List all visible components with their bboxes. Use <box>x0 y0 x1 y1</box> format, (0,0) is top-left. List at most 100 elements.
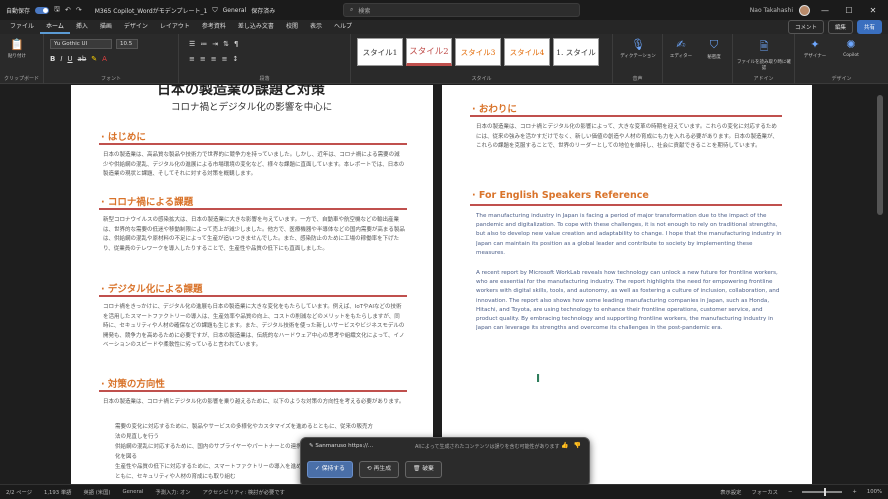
menu-file[interactable]: ファイル <box>4 20 40 34</box>
designer-icon: ✦ <box>810 38 820 51</box>
thumbs-down-icon[interactable]: 👎 <box>574 442 581 449</box>
close-icon[interactable]: ✕ <box>864 6 882 15</box>
font-size-select[interactable]: 10.5 <box>116 39 138 49</box>
menu-home[interactable]: ホーム <box>40 20 70 34</box>
style-3[interactable]: スタイル3 <box>455 38 501 66</box>
font-color-icon[interactable]: A <box>102 55 107 63</box>
autosave-toggle[interactable] <box>35 6 50 14</box>
redo-icon[interactable]: ↷ <box>76 6 82 14</box>
align-right-icon[interactable]: ≡ <box>211 55 217 63</box>
zoom-out-icon[interactable]: − <box>788 489 792 495</box>
copilot-popup: ✎ Sanmaruso https://... AIによって生成されたコンテンツ… <box>300 437 590 487</box>
underline-icon[interactable]: U <box>67 55 72 63</box>
style-numbered[interactable]: 1. スタイル <box>553 38 599 66</box>
regenerate-button[interactable]: ⟲ 再生成 <box>358 461 400 478</box>
align-center-icon[interactable]: ≡ <box>200 55 206 63</box>
bold-icon[interactable]: B <box>50 55 55 63</box>
search-box[interactable]: ⌕ 検索 <box>343 3 580 17</box>
bullets-icon[interactable]: ☰ <box>189 40 195 48</box>
heading-underline <box>470 115 782 117</box>
heading-underline <box>470 204 782 206</box>
save-icon[interactable]: 🖫 <box>54 5 60 16</box>
menu-bar: ファイル ホーム 挿入 描画 デザイン レイアウト 参考資料 差し込み文書 校閲… <box>0 20 888 34</box>
thumbs-up-icon[interactable]: 👍 <box>561 442 568 449</box>
designer-group: ✦ デザイナー ✺ Copilot デザイン <box>795 34 888 84</box>
sensitivity-label[interactable]: General <box>223 7 247 14</box>
sensitivity-status[interactable]: General <box>122 489 143 495</box>
menu-mailings[interactable]: 差し込み文書 <box>232 20 280 34</box>
zoom-in-icon[interactable]: + <box>852 489 856 495</box>
paste-button[interactable]: 📋 貼り付け <box>6 38 28 59</box>
menu-review[interactable]: 校閲 <box>280 20 304 34</box>
highlight-icon[interactable]: ✎ <box>91 55 97 63</box>
line-spacing-icon[interactable]: ↕ <box>233 55 239 63</box>
strikethrough-icon[interactable]: ab <box>78 55 87 63</box>
editor-group: ✍ エディター ⛉ 秘密度 <box>663 34 733 84</box>
zoom-level[interactable]: 100% <box>867 489 882 495</box>
numbering-icon[interactable]: ≔ <box>200 40 207 48</box>
menu-view[interactable]: 表示 <box>304 20 328 34</box>
add-ins-label: アドイン <box>753 76 774 82</box>
section-heading-conclusion: · おわりに <box>472 104 517 115</box>
copilot-actions: ✓ 保持する ⟲ 再生成 🗑 破棄 <box>307 461 442 478</box>
section-heading-measures: · 対策の方向性 <box>101 379 165 390</box>
minimize-icon[interactable]: — <box>816 6 834 15</box>
search-placeholder: 検索 <box>358 7 371 15</box>
text-predictions[interactable]: 予測入力: オン <box>155 488 190 496</box>
maximize-icon[interactable]: ☐ <box>840 6 858 15</box>
sort-icon[interactable]: ⇅ <box>223 40 229 48</box>
word-count[interactable]: 1,193 単語 <box>44 488 71 496</box>
focus-button[interactable]: フォーカス <box>751 488 778 496</box>
style-2[interactable]: スタイル2 <box>406 38 452 66</box>
page-count[interactable]: 2/2 ページ <box>6 488 32 496</box>
heading-underline <box>99 390 407 392</box>
document-page-right[interactable]: · おわりに 日本の製造業は、コロナ禍とデジタル化の影響によって、大きな変革の時… <box>442 85 812 484</box>
avatar[interactable] <box>799 4 810 16</box>
clipboard-group: 📋 貼り付け クリップボード <box>0 34 44 84</box>
display-settings[interactable]: 表示設定 <box>720 488 741 496</box>
justify-icon[interactable]: ≡ <box>222 55 228 63</box>
undo-icon[interactable]: ↶ <box>65 6 71 14</box>
italic-icon[interactable]: I <box>60 55 62 63</box>
menu-help[interactable]: ヘルプ <box>328 20 358 34</box>
language[interactable]: 英語 (米国) <box>83 488 110 496</box>
menu-insert[interactable]: 挿入 <box>70 20 94 34</box>
section-heading-english: · For English Speakers Reference <box>472 190 649 201</box>
document-subtitle: コロナ禍とデジタル化の影響を中心に <box>171 102 333 113</box>
corona-paragraph: 新型コロナウイルスの感染拡大は、日本の製造業に大きな影響を与えています。一方で、… <box>103 217 405 252</box>
share-button[interactable]: 共有 <box>856 20 882 34</box>
english-paragraph-1: The manufacturing industry in Japan is f… <box>476 213 782 256</box>
scrollbar-thumb[interactable] <box>877 95 883 215</box>
copilot-button[interactable]: ✺ Copilot <box>835 38 867 58</box>
editor-icon: ✍ <box>676 38 686 51</box>
saved-status[interactable]: 保存済み <box>251 6 275 15</box>
editing-button[interactable]: 編集 <box>827 20 853 34</box>
style-4[interactable]: スタイル4 <box>504 38 550 66</box>
pilcrow-icon[interactable]: ¶ <box>234 40 238 48</box>
sensitivity-icon: ⛉ <box>709 38 719 51</box>
indent-icon[interactable]: ⇥ <box>212 40 218 48</box>
sensitivity-button[interactable]: ⛉ 秘密度 <box>699 38 729 60</box>
vertical-scrollbar[interactable] <box>874 85 886 484</box>
copilot-feedback: 👍 👎 <box>561 442 581 449</box>
style-1[interactable]: スタイル1 <box>357 38 403 66</box>
font-name-select[interactable]: Yu Gothic UI <box>50 39 112 49</box>
document-page-left[interactable]: 日本の製造業の課題と対策 コロナ禍とデジタル化の影響を中心に · はじめに 日本… <box>71 85 433 484</box>
menu-design[interactable]: デザイン <box>118 20 154 34</box>
keep-button[interactable]: ✓ 保持する <box>307 461 353 478</box>
menu-layout[interactable]: レイアウト <box>154 20 196 34</box>
menu-references[interactable]: 参考資料 <box>196 20 232 34</box>
comment-button[interactable]: コメント <box>787 20 824 34</box>
copilot-icon: ✺ <box>846 38 856 51</box>
dictate-button[interactable]: 🎙 ディクテーション <box>617 38 659 59</box>
designer-button[interactable]: ✦ デザイナー <box>799 38 831 59</box>
text-cursor-icon: I <box>536 372 541 385</box>
discard-button[interactable]: 🗑 破棄 <box>405 461 442 478</box>
zoom-slider[interactable] <box>802 488 843 496</box>
accessibility-status[interactable]: アクセシビリティ: 検討が必要です <box>203 488 285 496</box>
section-heading-corona: · コロナ禍による課題 <box>101 197 194 208</box>
menu-draw[interactable]: 描画 <box>94 20 118 34</box>
align-left-icon[interactable]: ≡ <box>189 55 195 63</box>
editor-button[interactable]: ✍ エディター <box>667 38 695 59</box>
file-convert-button[interactable]: 🗎 ファイルを読み取り時に確認 <box>737 38 791 71</box>
